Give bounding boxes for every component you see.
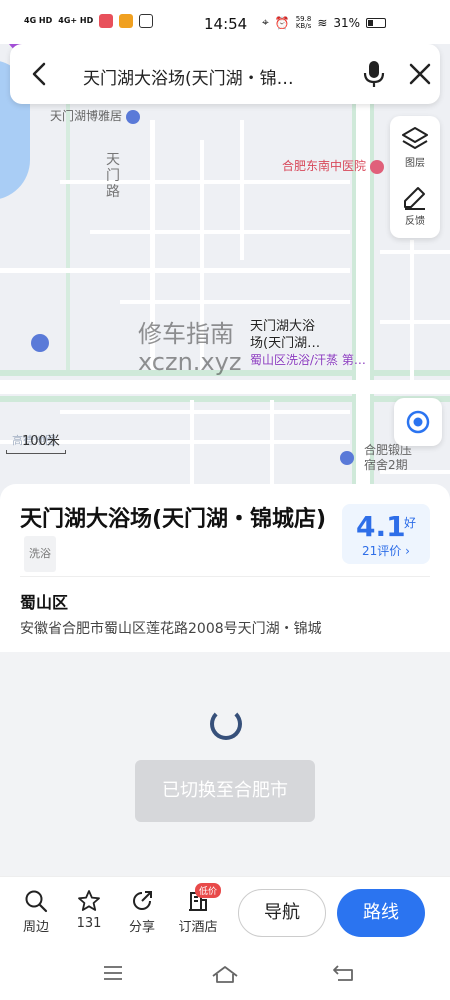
feedback-button[interactable]: 反馈 — [390, 184, 440, 227]
divider — [20, 576, 430, 577]
hotel-label: 订酒店 — [178, 920, 218, 935]
rating-word: 好 — [404, 516, 417, 530]
app-notification-icon — [139, 14, 154, 28]
toast-message: 已切换至合肥市 — [135, 760, 315, 822]
locate-target-icon — [406, 410, 430, 434]
navigate-button[interactable]: 导航 — [238, 889, 326, 937]
system-nav-bar — [0, 948, 450, 1000]
action-bar: 周边 131 分享 低价 订酒店 导航 路线 — [0, 876, 450, 948]
back-arrow-icon[interactable] — [26, 60, 54, 88]
map-side-tools: 图层 反馈 — [390, 116, 440, 238]
pin-label: 天门湖大浴 场(天门湖… 蜀山区洗浴/汗蒸 第… — [250, 319, 366, 367]
battery-icon — [366, 17, 387, 28]
map-scale: 100米 — [6, 430, 66, 454]
menu-icon[interactable] — [102, 964, 124, 982]
map-label-tianmen-road: 天门路 — [106, 152, 120, 200]
map-label-forge: 合肥锻压 宿舍2期 — [340, 443, 412, 473]
rating-score: 4.1 — [356, 510, 406, 543]
hospital-marker-icon — [369, 159, 384, 174]
category-tag: 洗浴 — [24, 536, 56, 572]
signal-label-1: 4G HD — [24, 16, 53, 25]
district-label: 蜀山区 — [20, 593, 69, 612]
poi-marker-icon — [125, 109, 140, 124]
review-count: 21评价 › — [362, 544, 410, 558]
map-label-hospital: 合肥东南中医院 — [282, 157, 384, 174]
search-icon — [25, 890, 48, 913]
clock: 14:54 — [204, 15, 248, 33]
microphone-icon[interactable] — [360, 59, 388, 89]
edit-pen-icon — [404, 187, 425, 210]
place-detail-sheet: 天门湖大浴场(天门湖・锦城店) 洗浴 4.1 好 21评价 › 蜀山区 安徽省合… — [0, 484, 450, 652]
signal-label-2: 4G+ HD — [58, 16, 94, 25]
poi-marker-icon — [340, 451, 354, 465]
place-title: 天门湖大浴场(天门湖・锦城店) 洗浴 — [20, 504, 335, 572]
location-status-icon: ⌖ — [262, 15, 269, 29]
feedback-label: 反馈 — [405, 216, 425, 227]
battery-percent: 31% — [333, 15, 361, 30]
loading-spinner-icon — [210, 708, 242, 740]
layers-button[interactable]: 图层 — [390, 126, 440, 169]
locate-button[interactable] — [394, 398, 442, 446]
share-icon — [133, 891, 152, 910]
rating-box[interactable]: 4.1 好 21评价 › — [342, 504, 430, 564]
close-icon[interactable] — [406, 60, 434, 88]
app-notification-icon — [119, 14, 134, 28]
home-icon[interactable] — [210, 964, 240, 984]
wifi-icon: ≋ — [317, 15, 328, 30]
map-poi-icon[interactable] — [31, 334, 49, 352]
favorite-button[interactable]: 131 — [67, 889, 111, 931]
nearby-label: 周边 — [22, 920, 49, 935]
hotel-button[interactable]: 低价 订酒店 — [173, 883, 223, 935]
place-name: 天门湖大浴场(天门湖・锦城店) — [20, 507, 327, 532]
chevron-right-icon: › — [405, 544, 410, 558]
hotel-badge: 低价 — [195, 883, 222, 898]
route-button[interactable]: 路线 — [337, 889, 425, 937]
layers-icon — [402, 127, 428, 149]
map-label-boya: 天门湖博雅居 — [50, 107, 140, 124]
app-notification-icon — [99, 14, 114, 28]
favorite-count: 131 — [76, 916, 102, 931]
layers-label: 图层 — [405, 158, 425, 169]
search-query[interactable]: 天门湖大浴场(天门湖・锦… — [83, 64, 343, 89]
back-icon[interactable] — [332, 964, 354, 982]
share-button[interactable]: 分享 — [120, 889, 164, 935]
share-label: 分享 — [128, 920, 155, 935]
star-icon — [78, 890, 100, 911]
search-bar: 天门湖大浴场(天门湖・锦… — [10, 44, 440, 104]
network-speed: 59.8 KB/s — [295, 14, 312, 30]
watermark: 修车指南 xczn.xyz — [138, 320, 242, 376]
alarm-icon: ⏰ — [274, 15, 290, 30]
nearby-button[interactable]: 周边 — [14, 889, 58, 935]
address-text: 安徽省合肥市蜀山区莲花路2008号天门湖・锦城 — [20, 621, 322, 637]
status-bar: 4G HD 4G+ HD 14:54 ⌖ ⏰ 59.8 KB/s ≋ 31% — [0, 0, 450, 44]
